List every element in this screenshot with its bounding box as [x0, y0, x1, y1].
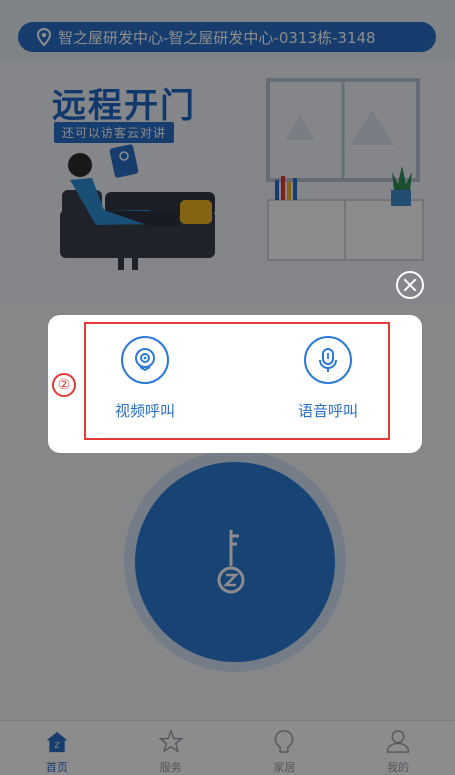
step-marker: ②	[52, 373, 76, 397]
close-icon[interactable]	[396, 271, 424, 299]
app-screen: 智之屋研发中心-智之屋研发中心-0313栋-3148 远程开门 还可以访客云对讲	[0, 0, 455, 775]
voice-call-button[interactable]: 语音呼叫	[273, 336, 383, 421]
video-call-label: 视频呼叫	[114, 402, 175, 420]
microphone-ring	[304, 336, 352, 384]
microphone-icon	[319, 348, 337, 372]
video-call-button[interactable]: 视频呼叫	[90, 336, 200, 421]
camera-icon	[135, 348, 155, 372]
voice-call-label: 语音呼叫	[297, 402, 358, 420]
camera-ring	[121, 336, 169, 384]
